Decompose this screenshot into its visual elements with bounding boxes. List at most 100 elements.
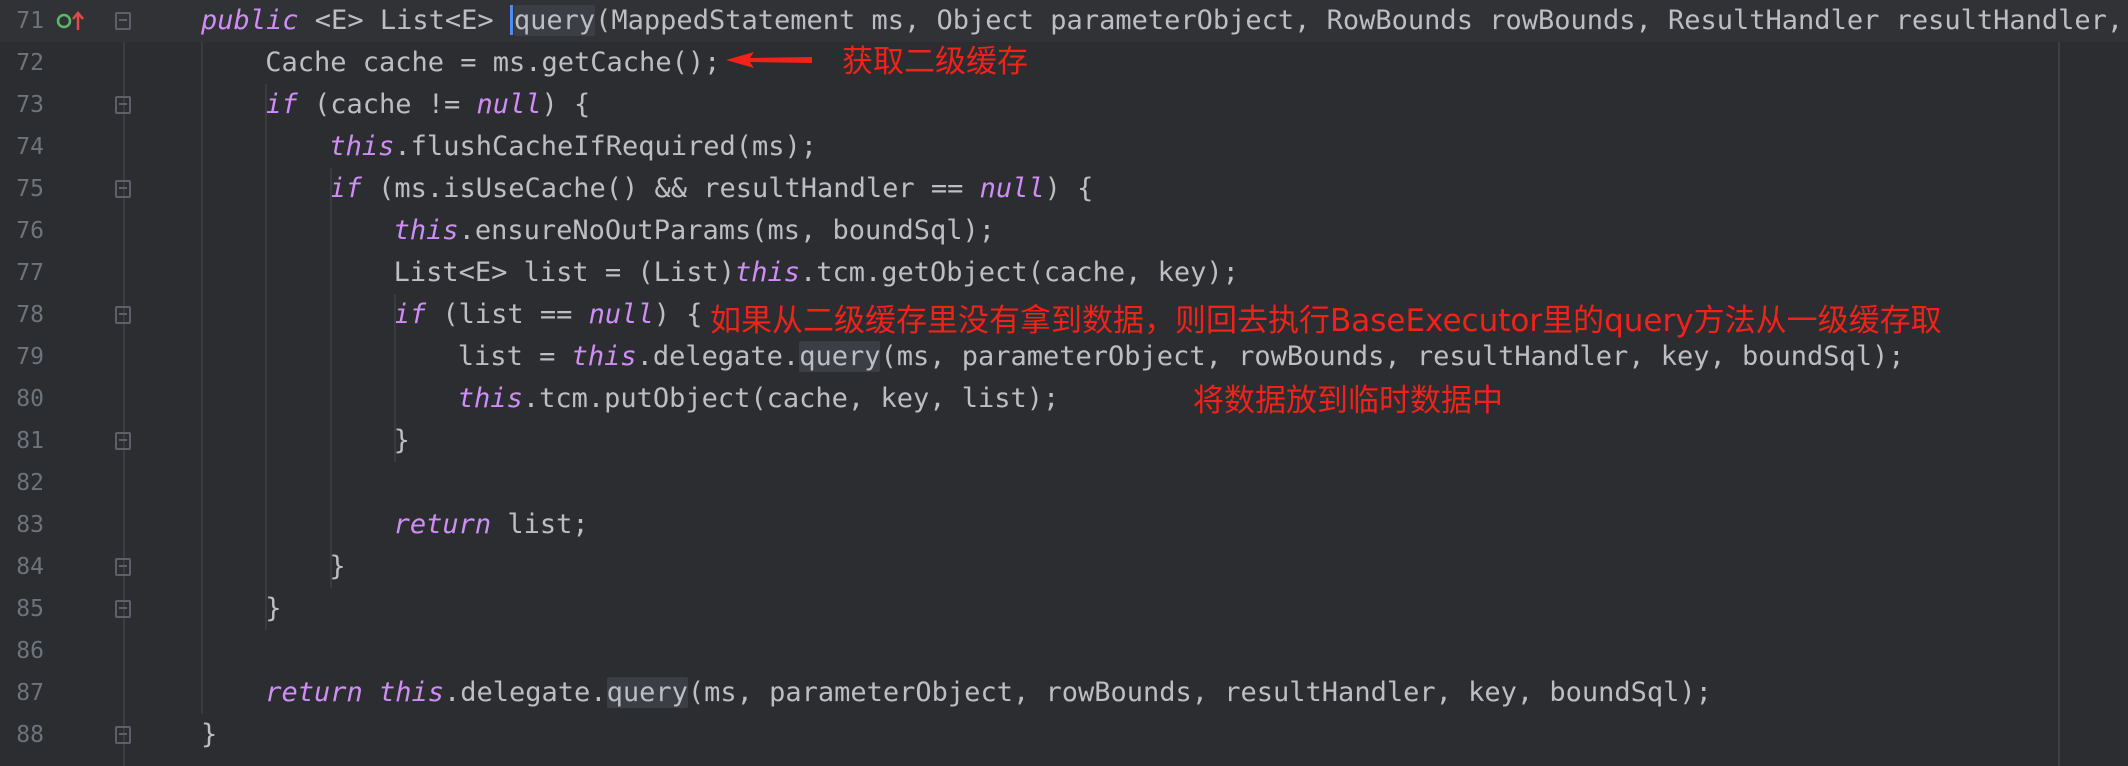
code-token: ) { [653, 299, 703, 330]
code-line[interactable]: 74 this.flushCacheIfRequired(ms); [0, 126, 2128, 168]
code-token: (ms.isUseCache() && resultHandler == [361, 173, 980, 204]
line-number: 77 [16, 260, 44, 286]
code-token: .delegate. [636, 341, 800, 372]
code-token: .tcm.putObject(cache, key, list); [522, 383, 1060, 414]
code-token: (list == [426, 299, 589, 330]
fold-marker-icon[interactable] [115, 558, 131, 576]
code-text[interactable]: return list; [394, 504, 589, 546]
line-number: 88 [16, 722, 44, 748]
keyword-token: if [265, 89, 298, 120]
code-token: list = [457, 341, 572, 372]
highlighted-usage-token: query [799, 341, 881, 372]
code-text[interactable]: if (ms.isUseCache() && resultHandler == … [329, 168, 1093, 210]
code-token: } [265, 593, 282, 624]
code-text[interactable]: } [394, 420, 410, 462]
highlighted-usage-token: query [513, 5, 596, 36]
line-number: 85 [16, 596, 44, 622]
fold-marker-icon[interactable] [115, 96, 131, 114]
highlighted-usage-token: query [606, 677, 688, 708]
keyword-token: return [393, 509, 492, 540]
code-editor[interactable]: 71 public <E> List<E> query(MappedStateme… [0, 0, 2128, 766]
code-line[interactable]: 82 [0, 462, 2128, 504]
code-text[interactable]: if (cache != null) { [265, 84, 590, 126]
code-token: .delegate. [444, 677, 607, 708]
keyword-token: null [476, 89, 542, 120]
code-token: (ms, parameterObject, rowBounds, resultH… [880, 341, 1905, 372]
fold-marker-icon[interactable] [115, 600, 131, 618]
code-line[interactable]: 73 if (cache != null) { [0, 84, 2128, 126]
code-text[interactable]: if (list == null) { [394, 294, 703, 336]
fold-marker-icon[interactable] [115, 12, 131, 30]
code-line[interactable]: 79 list = this.delegate.query(ms, paramet… [0, 336, 2128, 378]
code-text[interactable]: list = this.delegate.query(ms, parameter… [458, 336, 1905, 378]
override-up-arrow-icon[interactable] [56, 10, 86, 32]
keyword-token: if [329, 173, 362, 204]
line-number: 79 [16, 344, 44, 370]
code-text[interactable]: this.flushCacheIfRequired(ms); [329, 126, 817, 168]
code-token: .ensureNoOutParams(ms, boundSql); [458, 215, 996, 246]
code-token: (cache != [297, 89, 477, 120]
line-number: 78 [16, 302, 44, 328]
code-text[interactable]: this.tcm.putObject(cache, key, list); [458, 378, 1059, 420]
keyword-token: this [457, 383, 523, 414]
code-token: (MappedStatement ms, Object parameterObj… [595, 5, 2128, 36]
code-token: } [393, 425, 410, 456]
annotation-fallback-query: 如果从二级缓存里没有拿到数据，则回去执行BaseExecutor里的query方… [710, 303, 1942, 339]
keyword-token: this [329, 131, 395, 162]
code-line[interactable]: 85} [0, 588, 2128, 630]
code-token: list; [491, 509, 589, 540]
keyword-token: this [393, 215, 459, 246]
code-line[interactable]: 83 return list; [0, 504, 2128, 546]
code-token: (ms, parameterObject, rowBounds, resultH… [687, 677, 1712, 708]
fold-marker-icon[interactable] [115, 306, 131, 324]
line-number: 87 [16, 680, 44, 706]
code-line[interactable]: 77 List<E> list = (List)this.tcm.getObjec… [0, 252, 2128, 294]
indent-guide [330, 168, 332, 588]
line-number: 74 [16, 134, 44, 160]
code-line[interactable]: 72 Cache cache = ms.getCache(); [0, 42, 2128, 84]
code-token: <E> List<E> [298, 5, 510, 36]
code-text[interactable]: } [201, 714, 217, 756]
code-token: } [201, 719, 218, 750]
code-line[interactable]: 87 return this.delegate.query(ms, paramet… [0, 672, 2128, 714]
fold-marker-icon[interactable] [115, 180, 131, 198]
indent-guide [394, 294, 396, 462]
line-number: 72 [16, 50, 44, 76]
code-token: List<E> list = (List) [393, 257, 735, 288]
code-line[interactable]: 86 [0, 630, 2128, 672]
line-number: 84 [16, 554, 44, 580]
code-token: ) { [541, 89, 591, 120]
annotation-put-temp-data: 将数据放到临时数据中 [1193, 383, 1503, 419]
fold-marker-icon[interactable] [115, 726, 131, 744]
code-text[interactable]: public <E> List<E> query(MappedStatement… [201, 0, 2128, 42]
code-line[interactable]: 76 this.ensureNoOutParams(ms, boundSql); [0, 210, 2128, 252]
code-line[interactable]: 80 this.tcm.putObject(cache, key, list); [0, 378, 2128, 420]
keyword-token: null [979, 173, 1045, 204]
line-number: 86 [16, 638, 44, 664]
code-line[interactable]: 75 if (ms.isUseCache() && resultHandler =… [0, 168, 2128, 210]
code-line[interactable]: 88} [0, 714, 2128, 756]
annotation-arrow-icon [726, 52, 812, 68]
code-line[interactable]: 81} [0, 420, 2128, 462]
keyword-token: return this [265, 677, 444, 708]
line-number: 81 [16, 428, 44, 454]
indent-guide [201, 42, 203, 714]
code-text[interactable]: } [265, 588, 281, 630]
code-text[interactable]: List<E> list = (List)this.tcm.getObject(… [394, 252, 1239, 294]
keyword-token: if [393, 299, 427, 330]
keyword-token: null [588, 299, 654, 330]
code-token: .tcm.getObject(cache, key); [800, 257, 1239, 288]
code-line[interactable]: 71 public <E> List<E> query(MappedStateme… [0, 0, 2128, 42]
fold-marker-icon[interactable] [115, 432, 131, 450]
line-number: 73 [16, 92, 44, 118]
code-text[interactable]: this.ensureNoOutParams(ms, boundSql); [394, 210, 995, 252]
keyword-token: this [571, 341, 637, 372]
code-text[interactable]: Cache cache = ms.getCache(); [265, 42, 720, 84]
text-caret [509, 5, 513, 35]
keyword-token: public [201, 5, 299, 36]
code-line[interactable]: 84} [0, 546, 2128, 588]
annotation-second-level-cache: 获取二级缓存 [842, 44, 1028, 80]
code-text[interactable]: return this.delegate.query(ms, parameter… [265, 672, 1712, 714]
line-number: 83 [16, 512, 44, 538]
code-token: .flushCacheIfRequired(ms); [394, 131, 818, 162]
